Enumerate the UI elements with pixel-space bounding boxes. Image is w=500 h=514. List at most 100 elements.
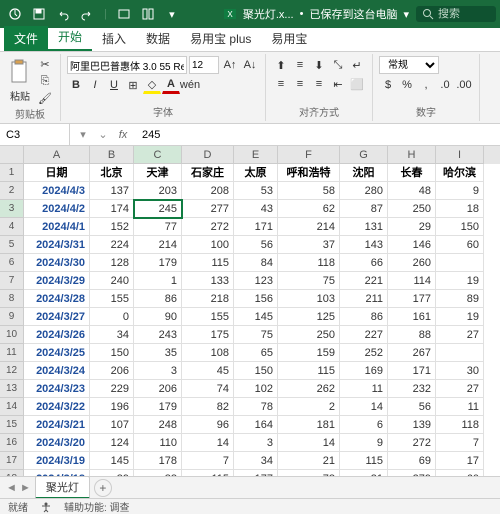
data-cell[interactable]: 21	[278, 452, 340, 470]
date-cell[interactable]: 2024/4/2	[24, 200, 90, 218]
row-header[interactable]: 3	[0, 200, 24, 218]
data-cell[interactable]: 11	[436, 398, 484, 416]
data-cell[interactable]: 272	[388, 434, 436, 452]
fx-icon[interactable]: fx	[114, 126, 132, 144]
currency-icon[interactable]: $	[379, 76, 397, 94]
data-cell[interactable]: 229	[90, 380, 134, 398]
data-cell[interactable]: 159	[278, 344, 340, 362]
data-cell[interactable]: 252	[340, 344, 388, 362]
row-header[interactable]: 2	[0, 182, 24, 200]
save-icon[interactable]	[28, 3, 50, 25]
col-header[interactable]: C	[134, 146, 182, 164]
data-cell[interactable]: 211	[340, 290, 388, 308]
data-cell[interactable]: 248	[134, 416, 182, 434]
underline-button[interactable]: U	[105, 76, 123, 94]
data-cell[interactable]	[436, 254, 484, 272]
header-cell[interactable]: 太原	[234, 164, 278, 182]
data-cell[interactable]: 156	[234, 290, 278, 308]
data-cell[interactable]: 3	[234, 434, 278, 452]
data-cell[interactable]: 82	[182, 398, 234, 416]
align-right-icon[interactable]: ≡	[310, 75, 328, 93]
data-cell[interactable]: 74	[182, 380, 234, 398]
data-cell[interactable]: 58	[278, 182, 340, 200]
data-cell[interactable]	[436, 344, 484, 362]
data-cell[interactable]: 118	[278, 254, 340, 272]
comma-icon[interactable]: ,	[417, 76, 435, 94]
search-input[interactable]	[438, 8, 488, 20]
font-name-select[interactable]	[67, 56, 187, 74]
data-cell[interactable]: 27	[436, 380, 484, 398]
data-cell[interactable]: 30	[436, 362, 484, 380]
data-cell[interactable]: 227	[340, 326, 388, 344]
date-cell[interactable]: 2024/4/3	[24, 182, 90, 200]
search-box[interactable]	[416, 6, 496, 22]
data-cell[interactable]: 65	[234, 344, 278, 362]
header-cell[interactable]: 北京	[90, 164, 134, 182]
date-cell[interactable]: 2024/3/27	[24, 308, 90, 326]
col-header[interactable]: D	[182, 146, 234, 164]
data-cell[interactable]: 90	[134, 308, 182, 326]
col-header[interactable]: F	[278, 146, 340, 164]
menu-insert[interactable]: 插入	[92, 26, 136, 51]
col-header[interactable]: E	[234, 146, 278, 164]
data-cell[interactable]: 179	[134, 254, 182, 272]
percent-icon[interactable]: %	[398, 76, 416, 94]
data-cell[interactable]: 29	[388, 218, 436, 236]
header-cell[interactable]: 沈阳	[340, 164, 388, 182]
row-header[interactable]: 6	[0, 254, 24, 272]
data-cell[interactable]: 34	[234, 452, 278, 470]
data-cell[interactable]: 218	[182, 290, 234, 308]
header-cell[interactable]: 天津	[134, 164, 182, 182]
data-cell[interactable]: 48	[388, 182, 436, 200]
data-cell[interactable]: 221	[340, 272, 388, 290]
header-cell[interactable]: 石家庄	[182, 164, 234, 182]
data-cell[interactable]: 137	[90, 182, 134, 200]
data-cell[interactable]: 100	[182, 236, 234, 254]
col-header[interactable]: H	[388, 146, 436, 164]
align-top-icon[interactable]: ⬆	[272, 56, 290, 74]
border-button[interactable]: ⊞	[124, 76, 142, 94]
increase-font-icon[interactable]: A↑	[221, 56, 239, 74]
col-header[interactable]: A	[24, 146, 90, 164]
data-cell[interactable]: 88	[388, 326, 436, 344]
row-header[interactable]: 14	[0, 398, 24, 416]
data-cell[interactable]: 139	[388, 416, 436, 434]
data-cell[interactable]: 280	[340, 182, 388, 200]
date-cell[interactable]: 2024/3/21	[24, 416, 90, 434]
indent-dec-icon[interactable]: ⇤	[329, 75, 347, 93]
tab-nav[interactable]: ◄ ►	[6, 482, 31, 494]
data-cell[interactable]: 150	[234, 362, 278, 380]
data-cell[interactable]: 84	[234, 254, 278, 272]
data-cell[interactable]: 145	[234, 308, 278, 326]
date-cell[interactable]: 2024/3/20	[24, 434, 90, 452]
data-cell[interactable]: 53	[234, 182, 278, 200]
col-header[interactable]: B	[90, 146, 134, 164]
data-cell[interactable]: 133	[182, 272, 234, 290]
spreadsheet-grid[interactable]: ABCDEFGHI 123456789101112131415161718 日期…	[0, 146, 500, 482]
date-cell[interactable]: 2024/3/23	[24, 380, 90, 398]
cancel-formula-icon[interactable]: ▾	[74, 126, 92, 144]
data-cell[interactable]: 250	[388, 200, 436, 218]
data-cell[interactable]: 243	[134, 326, 182, 344]
row-header[interactable]: 8	[0, 290, 24, 308]
header-cell[interactable]: 日期	[24, 164, 90, 182]
row-header[interactable]: 7	[0, 272, 24, 290]
data-cell[interactable]: 3	[134, 362, 182, 380]
cells-area[interactable]: 日期北京天津石家庄太原呼和浩特沈阳长春哈尔滨2024/4/31372032085…	[24, 164, 500, 482]
data-cell[interactable]: 17	[436, 452, 484, 470]
phonetic-button[interactable]: wén	[181, 76, 199, 94]
data-cell[interactable]: 131	[340, 218, 388, 236]
row-header[interactable]: 5	[0, 236, 24, 254]
data-cell[interactable]: 75	[278, 272, 340, 290]
data-cell[interactable]: 240	[90, 272, 134, 290]
qat-icon[interactable]	[113, 3, 135, 25]
cut-icon[interactable]: ✂	[36, 56, 54, 72]
autosave-toggle[interactable]	[4, 3, 26, 25]
data-cell[interactable]: 19	[436, 308, 484, 326]
row-header[interactable]: 13	[0, 380, 24, 398]
data-cell[interactable]: 155	[182, 308, 234, 326]
data-cell[interactable]: 214	[134, 236, 182, 254]
data-cell[interactable]: 128	[90, 254, 134, 272]
data-cell[interactable]: 45	[182, 362, 234, 380]
data-cell[interactable]: 250	[278, 326, 340, 344]
